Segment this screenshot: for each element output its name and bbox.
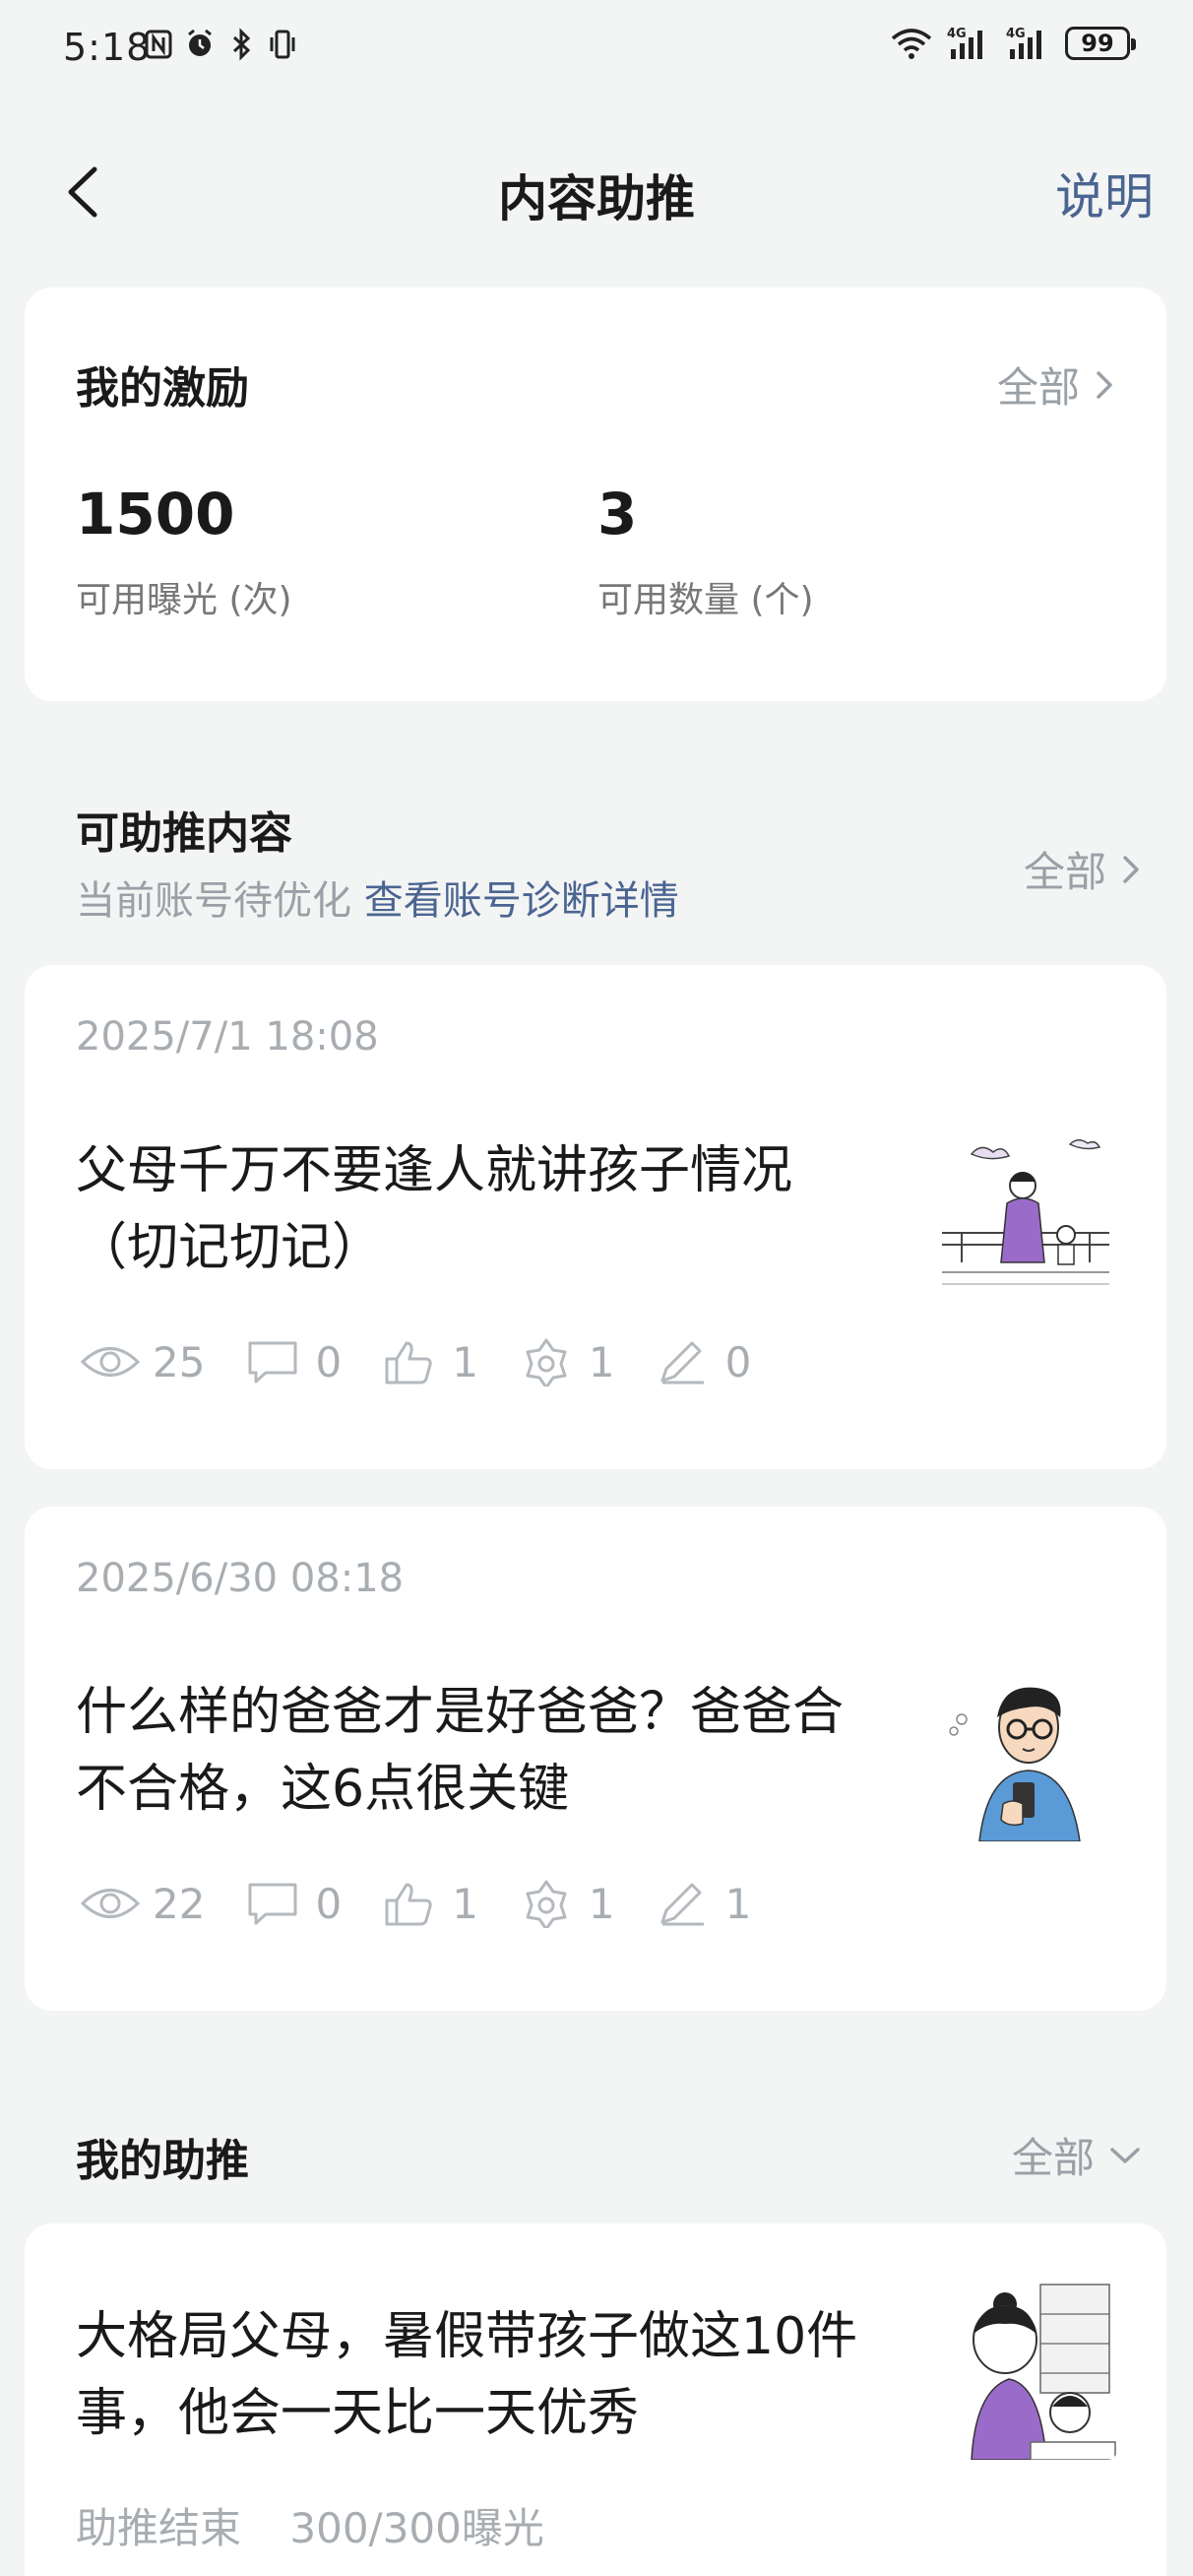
favorites-metric: 1 [516, 1337, 615, 1386]
likes-metric: 1 [379, 1879, 478, 1928]
star-icon [526, 1880, 567, 1928]
page-title: 内容助推 [498, 170, 695, 227]
mother-reading-illustration [932, 2275, 1117, 2460]
chevron-right-icon [1097, 370, 1112, 399]
edits-metric: 0 [653, 1337, 752, 1386]
post-thumbnail[interactable] [932, 1115, 1117, 1300]
post-metrics: 22 0 1 1 1 [80, 1879, 788, 1928]
svg-text:4G: 4G [1006, 27, 1026, 41]
push-progress: 300/300曝光 [289, 2504, 544, 2552]
edits-count: 0 [724, 1337, 752, 1386]
account-status-text: 当前账号待优化 [76, 878, 351, 924]
incentive-all-link[interactable]: 全部 [997, 354, 1115, 415]
post-title: 父母千万不要逢人就讲孩子情况（切记切记） [76, 1141, 793, 1277]
views-count: 25 [153, 1337, 206, 1386]
my-push-title: 我的助推 [76, 2136, 249, 2186]
favorites-count: 1 [588, 1879, 615, 1928]
my-push-card[interactable]: 大格局父母，暑假带孩子做这10件事，他会一天比一天优秀 助推结束 300/300… [25, 2223, 1166, 2576]
status-bar: 5:18 4G 4G 99 [0, 0, 1193, 98]
stat-count: 3 可用数量 (个) [597, 481, 814, 622]
battery-indicator: 99 [1065, 27, 1136, 60]
comment-icon [248, 1883, 297, 1925]
my-push-all-dropdown[interactable]: 全部 [1012, 2125, 1142, 2185]
eye-icon [80, 1889, 141, 1918]
stat-exposure: 1500 可用曝光 (次) [76, 481, 292, 622]
comments-count: 0 [315, 1337, 343, 1386]
bluetooth-icon [232, 28, 251, 61]
views-metric: 22 [80, 1879, 205, 1928]
comments-count: 0 [315, 1879, 343, 1928]
chevron-down-icon [1110, 2147, 1140, 2163]
4g-signal-icon: 4G [947, 27, 982, 59]
diagnose-link[interactable]: 查看账号诊断详情 [364, 878, 679, 924]
help-link[interactable]: 说明 [1055, 158, 1154, 228]
incentive-title: 我的激励 [76, 363, 249, 414]
comments-metric: 0 [242, 1879, 342, 1928]
all-label: 全部 [996, 363, 1080, 412]
push-post-thumbnail[interactable] [932, 2275, 1117, 2460]
pen-icon [660, 1341, 704, 1385]
stat-value: 1500 [76, 481, 235, 547]
comments-metric: 0 [242, 1337, 342, 1386]
mother-child-illustration [932, 1115, 1117, 1300]
status-icons-left [144, 28, 297, 61]
post-title: 什么样的爸爸才是好爸爸？爸爸合不合格，这6点很关键 [76, 1683, 845, 1819]
father-illustration [932, 1656, 1117, 1841]
chevron-right-icon [1123, 855, 1139, 883]
promotable-title: 可助推内容 [76, 808, 292, 859]
push-post-title: 大格局父母，暑假带孩子做这10件事，他会一天比一天优秀 [76, 2307, 858, 2443]
post-metrics: 25 0 1 1 0 [80, 1337, 788, 1386]
post-date: 2025/6/30 08:18 [76, 1556, 405, 1601]
eye-icon [80, 1347, 141, 1377]
likes-metric: 1 [379, 1337, 478, 1386]
comment-icon [248, 1341, 297, 1384]
all-label: 全部 [1023, 848, 1106, 896]
edits-metric: 1 [653, 1879, 752, 1928]
edits-count: 1 [724, 1879, 752, 1928]
nfc-icon [145, 30, 172, 59]
page-header: 内容助推 说明 [0, 128, 1193, 246]
incentive-card: 我的激励 全部 1500 可用曝光 (次) 3 可用数量 (个) [25, 288, 1166, 701]
svg-text:4G: 4G [947, 27, 967, 41]
alarm-icon [188, 29, 212, 56]
push-status: 助推结束 300/300曝光 [76, 2495, 544, 2555]
status-icons-right: 4G 4G 99 [890, 26, 1136, 61]
stat-value: 3 [597, 481, 638, 547]
wifi-icon [891, 29, 932, 59]
stat-label: 可用曝光 (次) [76, 580, 292, 620]
views-metric: 25 [80, 1337, 205, 1386]
status-time: 5:18 [63, 26, 152, 69]
pen-icon [660, 1883, 704, 1926]
stat-label: 可用数量 (个) [597, 580, 814, 620]
favorites-metric: 1 [516, 1879, 615, 1928]
post-card[interactable]: 2025/7/1 18:08 父母千万不要逢人就讲孩子情况（切记切记） 25 0 [25, 965, 1166, 1469]
thumbs-up-icon [385, 1883, 432, 1926]
promotable-all-link[interactable]: 全部 [1024, 839, 1142, 899]
likes-count: 1 [452, 1337, 478, 1386]
post-card[interactable]: 2025/6/30 08:18 什么样的爸爸才是好爸爸？爸爸合不合格，这6点很关… [25, 1507, 1166, 2011]
promotable-subtitle: 当前账号待优化 查看账号诊断详情 [76, 869, 679, 926]
likes-count: 1 [452, 1879, 478, 1928]
post-date: 2025/7/1 18:08 [76, 1014, 379, 1060]
favorites-count: 1 [588, 1337, 615, 1386]
4g-signal-icon: 4G [1006, 27, 1041, 59]
views-count: 22 [153, 1879, 206, 1928]
star-icon [526, 1338, 567, 1386]
post-thumbnail[interactable] [932, 1656, 1117, 1841]
vibrate-icon [270, 30, 295, 59]
all-label: 全部 [1011, 2134, 1095, 2182]
thumbs-up-icon [385, 1341, 432, 1385]
push-status-label: 助推结束 [76, 2504, 242, 2552]
